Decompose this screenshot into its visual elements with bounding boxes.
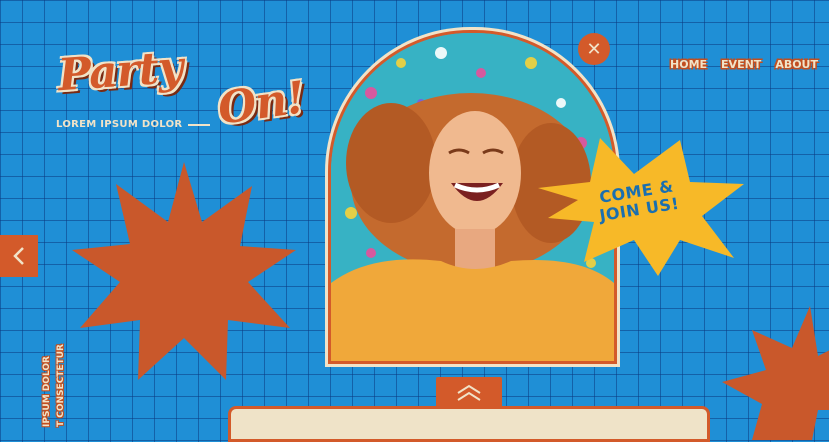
side-text-line2: T CONSECTETUR [56, 344, 66, 427]
main-nav: HOME EVENT ABOUT [669, 56, 819, 73]
tagline-dash [188, 123, 211, 126]
side-text-line1: IPSUM DOLOR [42, 356, 52, 427]
scroll-up-button[interactable] [436, 377, 502, 409]
tagline-text: LOREM IPSUM DOLOR [56, 119, 183, 130]
prev-button[interactable] [0, 235, 38, 277]
orange-starburst-right [722, 306, 829, 440]
chevron-up-icon [457, 384, 481, 401]
nav-about[interactable]: ABOUT [774, 56, 819, 73]
tagline: LOREM IPSUM DOLOR [56, 119, 211, 130]
chevron-left-icon [13, 247, 24, 265]
close-icon: ✕ [586, 38, 602, 60]
logo-word-party[interactable]: Party [56, 42, 184, 102]
nav-event[interactable]: EVENT [720, 56, 762, 73]
logo-word-on[interactable]: On! [215, 72, 308, 135]
close-button[interactable]: ✕ [578, 33, 610, 65]
orange-starburst-left [72, 162, 296, 380]
side-vertical-text: IPSUM DOLOR T CONSECTETUR [40, 332, 74, 427]
nav-home[interactable]: HOME [669, 56, 708, 73]
content-card [228, 406, 710, 442]
